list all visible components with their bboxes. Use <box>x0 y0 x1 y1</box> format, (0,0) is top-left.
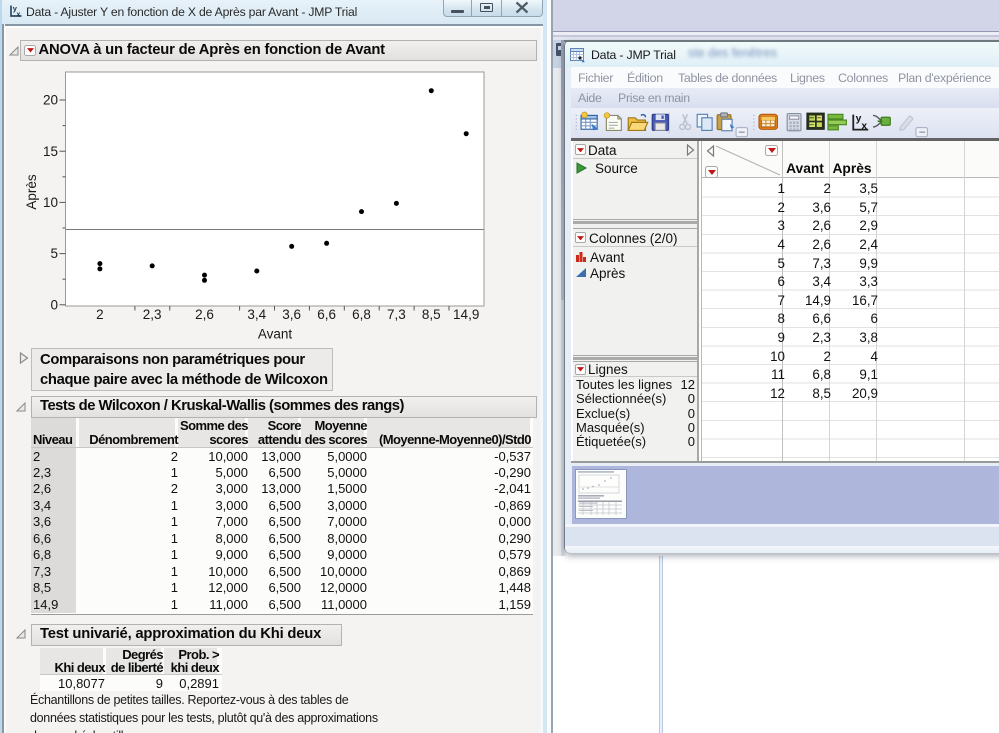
svg-text:6,8: 6,8 <box>352 307 371 322</box>
svg-text:3,4: 3,4 <box>247 307 266 322</box>
svg-text:2: 2 <box>96 307 104 322</box>
svg-text:15: 15 <box>43 144 58 159</box>
svg-text:7,3: 7,3 <box>387 307 406 322</box>
svg-text:x: x <box>17 12 21 19</box>
svg-text:5: 5 <box>50 246 58 261</box>
svg-text:2,6: 2,6 <box>195 307 214 322</box>
svg-text:10: 10 <box>43 195 58 210</box>
svg-text:8,5: 8,5 <box>422 307 441 322</box>
svg-text:Après: Après <box>24 174 39 210</box>
svg-text:x: x <box>861 121 867 132</box>
svg-text:0: 0 <box>50 297 58 312</box>
svg-text:20: 20 <box>43 93 58 108</box>
svg-text:2,3: 2,3 <box>143 307 162 322</box>
svg-text:6,6: 6,6 <box>317 307 336 322</box>
svg-text:Avant: Avant <box>258 327 293 342</box>
svg-text:14,9: 14,9 <box>453 307 479 322</box>
svg-text:3,6: 3,6 <box>282 307 301 322</box>
